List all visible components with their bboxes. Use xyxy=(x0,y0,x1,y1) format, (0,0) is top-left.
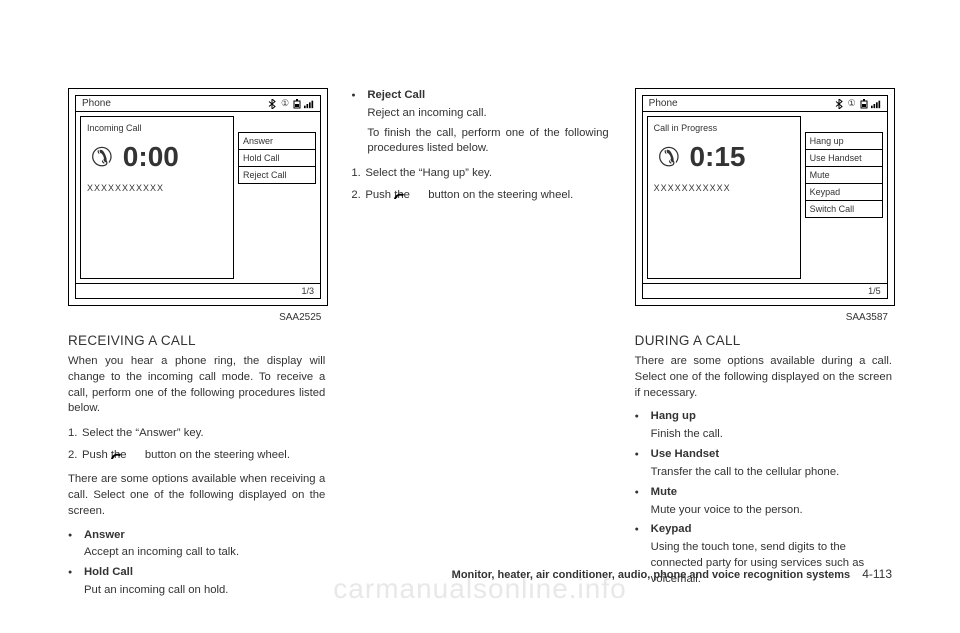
heading-during: DURING A CALL xyxy=(635,333,892,348)
phone-handset-icon: ✆ xyxy=(658,142,680,173)
bullet-mute: Mute Mute your voice to the person. xyxy=(635,485,892,519)
bullet-answer-desc: Accept an incoming call to talk. xyxy=(84,545,325,561)
spacer xyxy=(805,116,883,132)
call-main: ✆ 0:15 xyxy=(654,141,794,173)
signal-icon xyxy=(304,99,314,109)
option-hold-call: Hold Call xyxy=(238,149,316,167)
status-title: Phone xyxy=(82,98,111,109)
step-1b-text: Select the “Hang up” key. xyxy=(365,167,492,179)
screen-body: Call in Progress ✆ 0:15 XXXXXXXXXXX Hang… xyxy=(643,112,887,283)
bullet-answer-title: Answer xyxy=(84,529,125,541)
figure-1-id: SAA2525 xyxy=(68,312,325,323)
one-icon: ① xyxy=(847,99,857,109)
call-area: Call in Progress ✆ 0:15 XXXXXXXXXXX xyxy=(647,116,801,279)
status-title: Phone xyxy=(649,98,678,109)
bullet-answer: Answer Accept an incoming call to talk. xyxy=(68,528,325,562)
bullet-list-1: Answer Accept an incoming call to talk. … xyxy=(68,528,325,599)
intro-para: When you hear a phone ring, the display … xyxy=(68,354,325,417)
step-1: 1.Select the “Answer” key. xyxy=(68,425,325,442)
caller-number: XXXXXXXXXXX xyxy=(87,183,227,193)
step-1b: 1.Select the “Hang up” key. xyxy=(351,165,608,182)
option-mute: Mute xyxy=(805,166,883,184)
page-indicator: 1/3 xyxy=(76,283,320,298)
phone-handset-icon: ✆ xyxy=(91,142,113,173)
manual-page: Phone ① xyxy=(0,0,960,633)
call-area: Incoming Call ✆ 0:00 XXXXXXXXXXX xyxy=(80,116,234,279)
phone-button-icon xyxy=(413,190,425,200)
option-use-handset: Use Handset xyxy=(805,149,883,167)
bullet-reject-title: Reject Call xyxy=(367,89,425,101)
bullet-hold: Hold Call Put an incoming call on hold. xyxy=(68,565,325,599)
caller-number: XXXXXXXXXXX xyxy=(654,183,794,193)
option-reject-call: Reject Call xyxy=(238,166,316,184)
bullet-keypad-title: Keypad xyxy=(651,523,692,535)
steps-list-2: 1.Select the “Hang up” key. 2.Push the b… xyxy=(351,165,608,204)
bullet-handset-desc: Transfer the call to the cellular phone. xyxy=(651,465,892,481)
column-2: Reject Call Reject an incoming call. To … xyxy=(351,88,608,603)
bullet-handset-title: Use Handset xyxy=(651,448,719,460)
status-icons: ① xyxy=(835,99,881,109)
bullet-keypad-desc: Using the touch tone, send digits to the… xyxy=(651,540,892,587)
bullet-reject: Reject Call Reject an incoming call. xyxy=(351,88,608,122)
bullet-list-3: Hang up Finish the call. Use Handset Tra… xyxy=(635,409,892,587)
option-switch-call: Switch Call xyxy=(805,200,883,218)
bullet-handset: Use Handset Transfer the call to the cel… xyxy=(635,447,892,481)
bullet-hold-desc: Put an incoming call on hold. xyxy=(84,583,325,599)
call-main: ✆ 0:00 xyxy=(87,141,227,173)
bullet-reject-desc: Reject an incoming call. xyxy=(367,106,608,122)
step-2: 2.Push the button on the steering wheel. xyxy=(68,447,325,464)
signal-icon xyxy=(871,99,881,109)
bullet-keypad: Keypad Using the touch tone, send digits… xyxy=(635,522,892,587)
bullet-hangup-title: Hang up xyxy=(651,410,696,422)
bluetooth-icon xyxy=(268,99,278,109)
bullet-mute-title: Mute xyxy=(651,486,677,498)
step-2-text-b: button on the steering wheel. xyxy=(145,449,290,461)
figure-2-id: SAA3587 xyxy=(635,312,892,323)
figure-1-frame: Phone ① xyxy=(68,88,328,306)
figure-2-frame: Phone ① xyxy=(635,88,895,306)
call-timer: 0:15 xyxy=(689,141,745,173)
bullet-hold-title: Hold Call xyxy=(84,566,133,578)
bullet-hangup-desc: Finish the call. xyxy=(651,427,892,443)
option-keypad: Keypad xyxy=(805,183,883,201)
heading-receiving: RECEIVING A CALL xyxy=(68,333,325,348)
call-timer: 0:00 xyxy=(123,141,179,173)
mid-para: There are some options available when re… xyxy=(68,472,325,519)
options-list: Hang up Use Handset Mute Keypad Switch C… xyxy=(805,116,883,279)
status-bar: Phone ① xyxy=(643,96,887,112)
spacer xyxy=(238,116,316,132)
options-list: Answer Hold Call Reject Call xyxy=(238,116,316,279)
option-answer: Answer xyxy=(238,132,316,150)
step-1-text: Select the “Answer” key. xyxy=(82,427,204,439)
bluetooth-icon xyxy=(835,99,845,109)
screen-body: Incoming Call ✆ 0:00 XXXXXXXXXXX Answer … xyxy=(76,112,320,283)
column-3: Phone ① xyxy=(635,88,892,603)
step-2b: 2.Push the button on the steering wheel. xyxy=(351,187,608,204)
figure-2-screen: Phone ① xyxy=(642,95,888,299)
status-bar: Phone ① xyxy=(76,96,320,112)
one-icon: ① xyxy=(280,99,290,109)
bullet-hangup: Hang up Finish the call. xyxy=(635,409,892,443)
figure-1-screen: Phone ① xyxy=(75,95,321,299)
battery-icon xyxy=(292,99,302,109)
bullet-list-2: Reject Call Reject an incoming call. xyxy=(351,88,608,122)
status-icons: ① xyxy=(268,99,314,109)
phone-button-icon xyxy=(130,450,142,460)
column-1: Phone ① xyxy=(68,88,325,603)
steps-list: 1.Select the “Answer” key. 2.Push the bu… xyxy=(68,425,325,464)
finish-para: To finish the call, perform one of the f… xyxy=(351,126,608,158)
option-hang-up: Hang up xyxy=(805,132,883,150)
battery-icon xyxy=(859,99,869,109)
call-status-label: Incoming Call xyxy=(87,123,227,133)
step-2b-text-b: button on the steering wheel. xyxy=(428,189,573,201)
during-intro: There are some options available during … xyxy=(635,354,892,401)
call-status-label: Call in Progress xyxy=(654,123,794,133)
page-indicator: 1/5 xyxy=(643,283,887,298)
bullet-mute-desc: Mute your voice to the person. xyxy=(651,503,892,519)
